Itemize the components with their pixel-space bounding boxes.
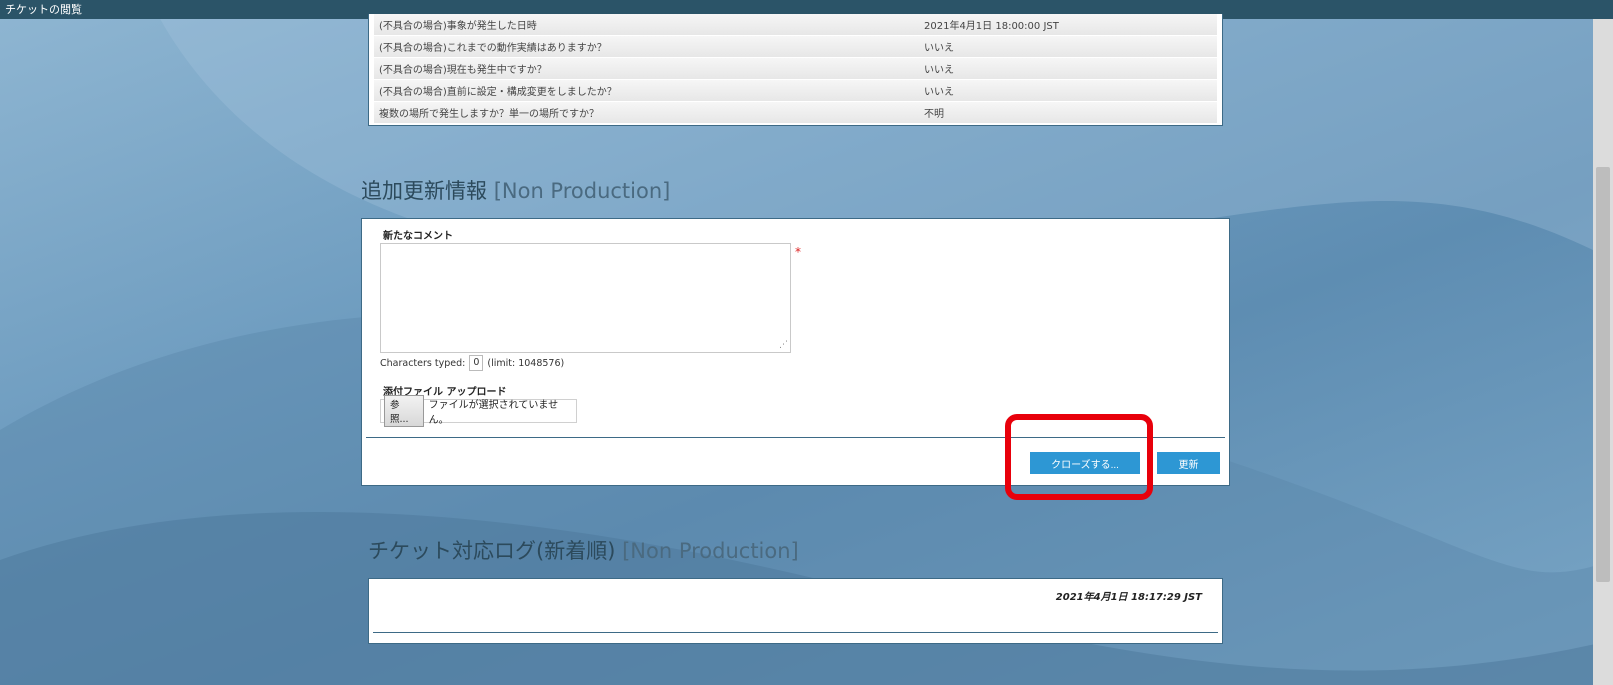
update-env-tag: [Non Production] (493, 179, 671, 203)
table-row: (不具合の場合)これまでの動作実績はありますか？ いいえ (374, 36, 1217, 58)
answer-cell: 2021年4月1日 18:00:00 JST (924, 21, 1059, 32)
resize-grip-icon[interactable]: ⋰ (779, 341, 788, 350)
update-title-text: 追加更新情報 (361, 179, 487, 203)
no-file-text: ファイルが選択されていません。 (428, 400, 559, 426)
comment-textarea[interactable]: ⋰ (380, 243, 791, 353)
comment-label: 新たなコメント (383, 231, 453, 242)
log-panel: 2021年4月1日 18:17:29 JST (368, 578, 1223, 644)
question-cell: (不具合の場合)直前に設定・構成変更をしましたか？ (379, 87, 617, 98)
file-input[interactable]: 参照... ファイルが選択されていません。 (380, 395, 577, 427)
chars-limit: (limit: 1048576) (487, 357, 565, 369)
log-section-title: チケット対応ログ(新着順) [Non Production] (368, 535, 799, 565)
question-cell: 複数の場所で発生しますか？単一の場所ですか？ (379, 109, 599, 120)
chars-typed-value: 0 (469, 355, 484, 371)
update-section-title: 追加更新情報 [Non Production] (361, 175, 670, 205)
log-title-text: チケット対応ログ(新着順) (368, 539, 616, 563)
scrollbar-thumb[interactable] (1596, 167, 1610, 582)
question-cell: (不具合の場合)これまでの動作実績はありますか？ (379, 43, 607, 54)
answer-cell: いいえ (924, 43, 954, 54)
answer-cell: 不明 (924, 109, 944, 120)
close-ticket-button[interactable]: クローズする... (1030, 452, 1140, 474)
update-panel: 新たなコメント ⋰ * Characters typed: 0 (limit: … (361, 218, 1230, 486)
browse-button[interactable]: 参照... (384, 395, 424, 427)
table-row: (不具合の場合)事象が発生した日時 2021年4月1日 18:00:00 JST (374, 14, 1217, 36)
window-title: チケットの閲覧 (5, 3, 82, 16)
answer-cell: いいえ (924, 87, 954, 98)
question-table: (不具合の場合)事象が発生した日時 2021年4月1日 18:00:00 JST… (368, 14, 1223, 126)
chars-typed-label: Characters typed: (380, 357, 466, 369)
required-mark: * (795, 245, 801, 259)
vertical-scrollbar[interactable] (1593, 19, 1613, 685)
log-entry-date: 2021年4月1日 18:17:29 JST (1055, 592, 1202, 603)
log-divider (373, 632, 1218, 633)
panel-divider (366, 437, 1225, 438)
question-cell: (不具合の場合)現在も発生中ですか？ (379, 65, 547, 76)
char-counter: Characters typed: 0 (limit: 1048576) (380, 355, 564, 371)
log-env-tag: [Non Production] (622, 539, 799, 563)
update-button[interactable]: 更新 (1157, 452, 1220, 474)
answer-cell: いいえ (924, 65, 954, 76)
table-row: (不具合の場合)現在も発生中ですか？ いいえ (374, 58, 1217, 80)
table-row: (不具合の場合)直前に設定・構成変更をしましたか？ いいえ (374, 80, 1217, 102)
table-row: 複数の場所で発生しますか？単一の場所ですか？ 不明 (374, 102, 1217, 124)
question-cell: (不具合の場合)事象が発生した日時 (379, 21, 537, 32)
